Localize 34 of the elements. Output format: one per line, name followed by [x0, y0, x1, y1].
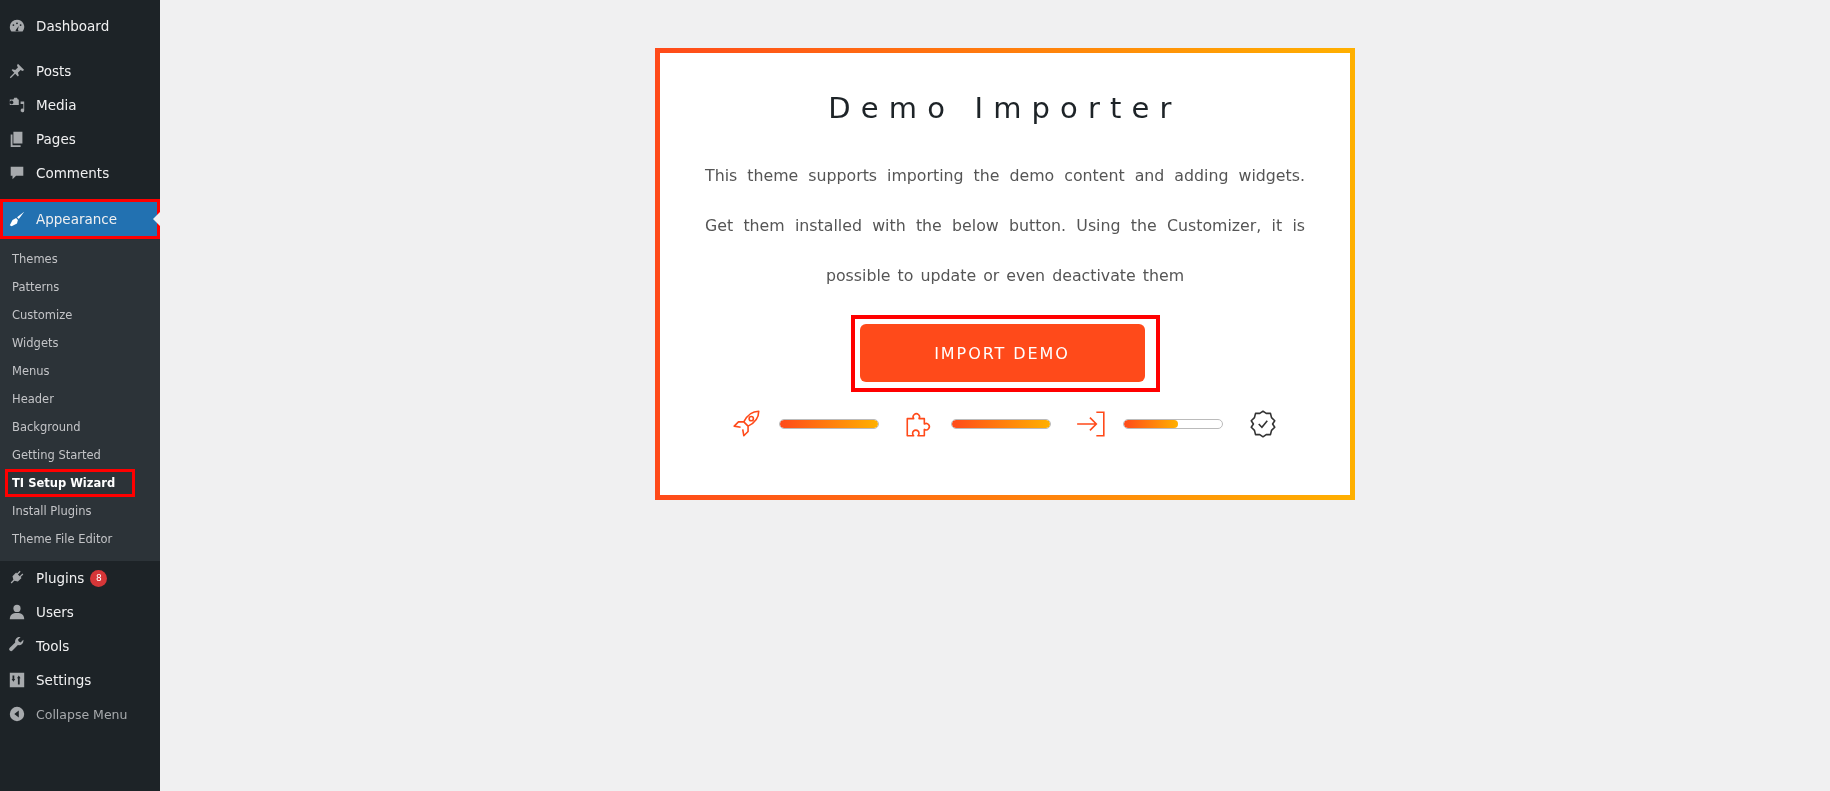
submenu-item[interactable]: Install Plugins [0, 497, 104, 525]
menu-item[interactable]: Pages [0, 122, 160, 156]
submenu-item[interactable]: Customize [0, 301, 85, 329]
gauge-icon [8, 17, 26, 35]
card-title: Demo Importer [828, 91, 1182, 125]
count-badge: 8 [90, 569, 108, 587]
submenu-item[interactable]: Theme File Editor [0, 525, 125, 553]
description: This theme supports importing the demo content and adding widgets. Get them installed with the below button. Using the Customizer, it is possible to update or even deactivate them [705, 165, 1305, 287]
collapse-icon [8, 705, 26, 723]
menu-item[interactable]: Appearance [0, 199, 160, 239]
media-icon [8, 96, 26, 114]
pointer-icon [153, 212, 160, 226]
submenu-item[interactable]: Themes [0, 245, 70, 273]
submenu-item[interactable]: Widgets [0, 329, 71, 357]
collapse-menu-button[interactable]: Collapse Menu [0, 697, 160, 731]
menu-item[interactable]: Comments [0, 156, 160, 190]
sliders-icon [8, 671, 26, 689]
menu-item[interactable]: Plugins 8 [0, 561, 160, 595]
submenu-item[interactable]: TI Setup Wizard [5, 469, 136, 497]
menu-item[interactable]: Posts [0, 54, 160, 88]
user-icon [8, 603, 26, 621]
submenu-item[interactable]: Background [0, 413, 93, 441]
menu-item[interactable]: Users [0, 595, 160, 629]
submenu-item[interactable]: Patterns [0, 273, 72, 301]
sign-in-icon [1075, 408, 1107, 440]
submenu-item[interactable]: Getting Started [0, 441, 113, 469]
menu-item[interactable]: Settings [0, 663, 160, 697]
menu-item[interactable]: Tools [0, 629, 160, 663]
pin-icon [8, 62, 26, 80]
submenu-item[interactable]: Header [0, 385, 66, 413]
brush-icon [8, 210, 26, 228]
submenu-item[interactable]: Menus [0, 357, 62, 385]
menu-item[interactable]: Dashboard [0, 9, 160, 43]
menu-item[interactable]: Media [0, 88, 160, 122]
